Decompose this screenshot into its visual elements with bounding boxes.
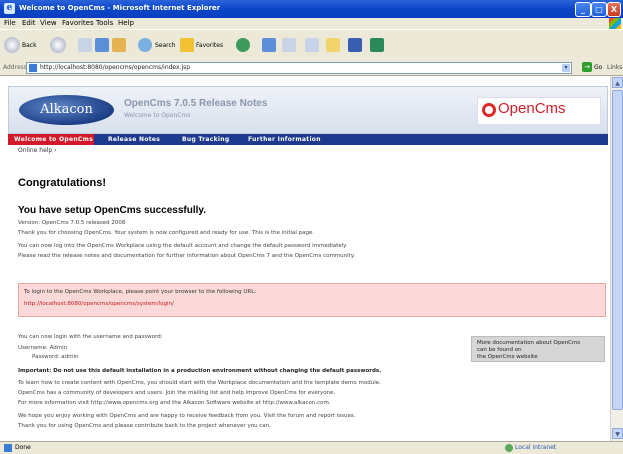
status-bar: Done Local intranet — [0, 441, 623, 454]
scroll-down-icon[interactable]: ▼ — [612, 428, 623, 439]
page-icon — [29, 64, 37, 72]
history-icon[interactable] — [262, 38, 276, 52]
nav-bug-tracking[interactable]: Bug Tracking — [182, 136, 229, 143]
security-zone: Local intranet — [515, 444, 557, 451]
info-line: Username: Admin — [18, 345, 68, 351]
favorites-icon[interactable] — [180, 38, 194, 52]
menu-edit[interactable]: Edit — [22, 19, 36, 27]
banner-title: OpenCms 7.0.5 Release Notes — [124, 98, 268, 109]
search-label[interactable]: Search — [155, 42, 176, 49]
breadcrumb[interactable]: Online help › — [18, 147, 57, 154]
browser-window: e Welcome to OpenCms - Microsoft Interne… — [0, 0, 623, 454]
go-button[interactable]: Go — [594, 64, 602, 71]
workplace-login-link[interactable]: http://localhost:8080/opencms/opencms/sy… — [24, 301, 174, 307]
close-button[interactable]: X — [607, 2, 621, 17]
page-status-icon — [4, 444, 12, 452]
body-line[interactable]: For more information visit http://www.op… — [18, 400, 331, 406]
favorites-label[interactable]: Favorites — [196, 42, 223, 49]
intro-line: Version: OpenCms 7.0.5 released 2008 — [18, 220, 126, 226]
status-text: Done — [15, 444, 31, 451]
refresh-icon[interactable] — [95, 38, 109, 52]
opencms-ring-icon — [482, 103, 496, 117]
toolbar: Back Search Favorites — [0, 29, 623, 61]
menu-help[interactable]: Help — [118, 19, 134, 27]
back-label[interactable]: Back — [22, 42, 37, 49]
opencms-logo[interactable]: OpenCms — [477, 97, 601, 125]
home-icon[interactable] — [112, 38, 126, 52]
folder-icon[interactable] — [326, 38, 340, 52]
notice-text: To login to the OpenCms Workplace, pleas… — [24, 289, 257, 295]
mail-icon[interactable] — [282, 38, 296, 52]
messenger-icon[interactable] — [348, 38, 362, 52]
intranet-zone-icon — [505, 444, 513, 452]
minimize-button[interactable]: _ — [575, 2, 591, 17]
back-icon[interactable] — [4, 37, 20, 53]
intro-line: You can now log into the OpenCms Workpla… — [18, 243, 348, 249]
body-line: We hope you enjoy working with OpenCms a… — [18, 413, 356, 419]
body-line: Thank you for using OpenCms and please c… — [18, 423, 271, 429]
print-icon[interactable] — [305, 38, 319, 52]
page-viewport: Alkacon OpenCms 7.0.5 Release Notes Welc… — [0, 76, 610, 441]
media-icon[interactable] — [236, 38, 250, 52]
search-icon[interactable] — [138, 38, 152, 52]
side-box-line: More documentation about OpenCms — [477, 340, 581, 346]
menu-file[interactable]: File — [4, 19, 16, 27]
address-bar: Address http://localhost:8080/opencms/op… — [0, 60, 623, 76]
address-url[interactable]: http://localhost:8080/opencms/opencms/in… — [40, 64, 190, 71]
nav-bar: Welcome to OpenCms Release Notes Bug Tra… — [8, 134, 608, 145]
ie-icon: e — [4, 3, 15, 14]
banner-subtitle: Welcome to OpenCms — [124, 112, 191, 119]
windows-logo-icon — [609, 18, 621, 29]
body-line: OpenCms has a community of developers an… — [18, 390, 336, 396]
opencms-page: Alkacon OpenCms 7.0.5 Release Notes Welc… — [8, 86, 608, 441]
forward-icon[interactable] — [50, 37, 66, 53]
vertical-scrollbar[interactable]: ▲ ▼ — [610, 76, 623, 441]
nav-further-information[interactable]: Further Information — [248, 136, 321, 143]
address-label: Address — [3, 64, 27, 71]
setup-heading: You have setup OpenCms successfully. — [18, 205, 207, 216]
window-title: Welcome to OpenCms - Microsoft Internet … — [19, 4, 221, 12]
scroll-up-icon[interactable]: ▲ — [612, 77, 623, 88]
menu-view[interactable]: View — [40, 19, 57, 27]
congratulations-heading: Congratulations! — [18, 177, 106, 189]
menu-tools[interactable]: Tools — [96, 19, 113, 27]
side-box-line[interactable]: the OpenCms website — [477, 354, 538, 360]
maximize-button[interactable]: □ — [591, 2, 607, 17]
go-icon[interactable]: → — [582, 62, 592, 72]
menu-bar: File Edit View Favorites Tools Help — [0, 18, 623, 29]
alkacon-logo[interactable]: Alkacon — [19, 95, 114, 125]
title-bar[interactable]: e Welcome to OpenCms - Microsoft Interne… — [0, 0, 623, 18]
info-line: You can now login with the username and … — [18, 334, 163, 340]
info-line: Password: admin — [32, 354, 79, 360]
side-box-line: can be found on — [477, 347, 522, 353]
side-info-box: More documentation about OpenCms can be … — [471, 336, 605, 362]
address-dropdown-icon[interactable]: ▾ — [562, 64, 570, 72]
menu-favorites[interactable]: Favorites — [62, 19, 94, 27]
page-banner: Alkacon OpenCms 7.0.5 Release Notes Welc… — [8, 86, 608, 134]
nav-release-notes[interactable]: Release Notes — [108, 136, 160, 143]
nav-welcome[interactable]: Welcome to OpenCms — [14, 136, 93, 143]
intro-line: Please read the release notes and docume… — [18, 253, 356, 259]
login-notice-box: To login to the OpenCms Workplace, pleas… — [18, 283, 606, 317]
stop-icon[interactable] — [78, 38, 92, 52]
links-label[interactable]: Links — [607, 64, 622, 71]
body-line: To learn how to create content with Open… — [18, 380, 381, 386]
opencms-logo-text: OpenCms — [498, 100, 566, 117]
body-line: Important: Do not use this default insta… — [18, 368, 382, 374]
research-icon[interactable] — [370, 38, 384, 52]
address-input[interactable]: http://localhost:8080/opencms/opencms/in… — [26, 62, 572, 74]
scroll-thumb[interactable] — [612, 90, 623, 410]
intro-line: Thank you for choosing OpenCms. Your sys… — [18, 230, 315, 236]
